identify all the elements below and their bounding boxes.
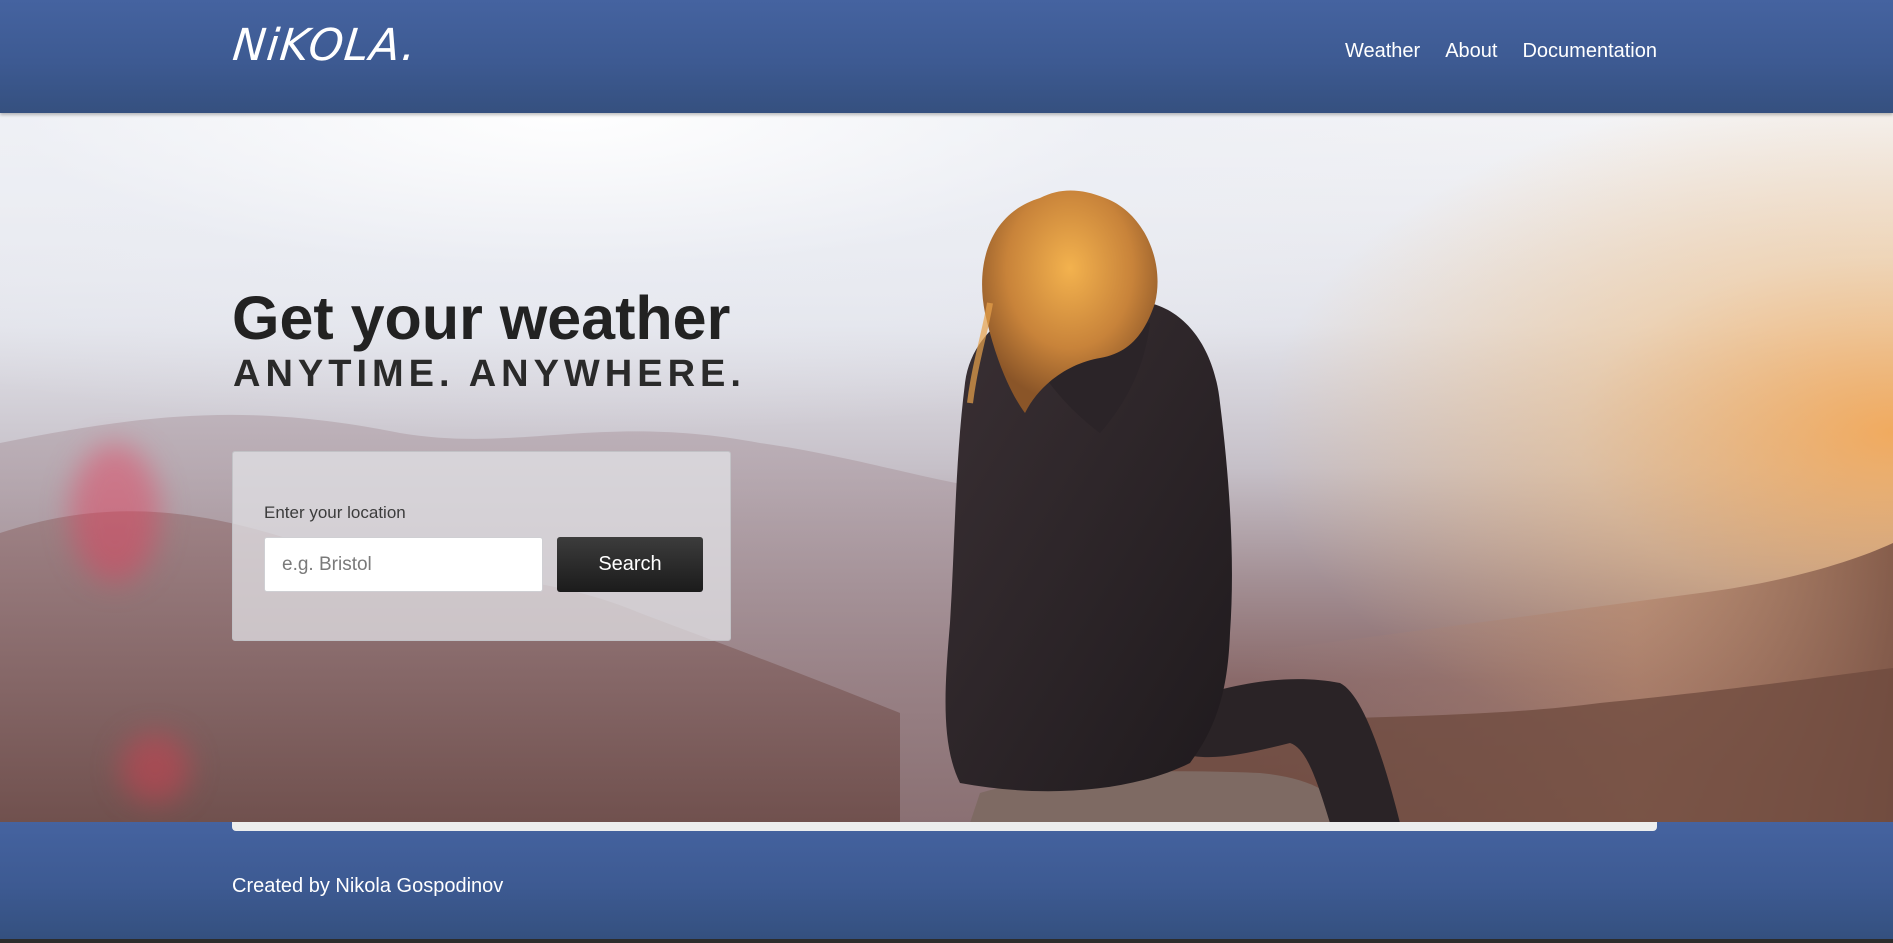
nav-link-about[interactable]: About (1445, 40, 1497, 63)
location-input[interactable] (264, 537, 543, 592)
footer-divider (232, 822, 1657, 831)
lens-flare (70, 443, 160, 583)
site-header: NiKOLA. Weather About Documentation (0, 0, 1893, 113)
search-button[interactable]: Search (557, 537, 703, 592)
site-footer: Created by Nikola Gospodinov (0, 822, 1893, 939)
hero-section: Get your weather ANYTIME. ANYWHERE. Ente… (0, 113, 1893, 822)
location-search-panel: Enter your location Search (232, 451, 731, 641)
lens-flare (120, 733, 190, 803)
logo-text: NiKOLA (230, 20, 405, 71)
main-nav: Weather About Documentation (1345, 40, 1657, 63)
footer-credit: Created by Nikola Gospodinov (232, 875, 504, 897)
hero-title: Get your weather (232, 284, 731, 352)
site-logo[interactable]: NiKOLA. (230, 20, 419, 71)
nav-link-documentation[interactable]: Documentation (1522, 40, 1657, 63)
woman-sitting-image (945, 190, 1400, 822)
location-label: Enter your location (264, 503, 406, 522)
hero-subtitle: ANYTIME. ANYWHERE. (233, 353, 746, 395)
bottom-edge (0, 939, 1893, 943)
nav-link-weather[interactable]: Weather (1345, 40, 1420, 63)
